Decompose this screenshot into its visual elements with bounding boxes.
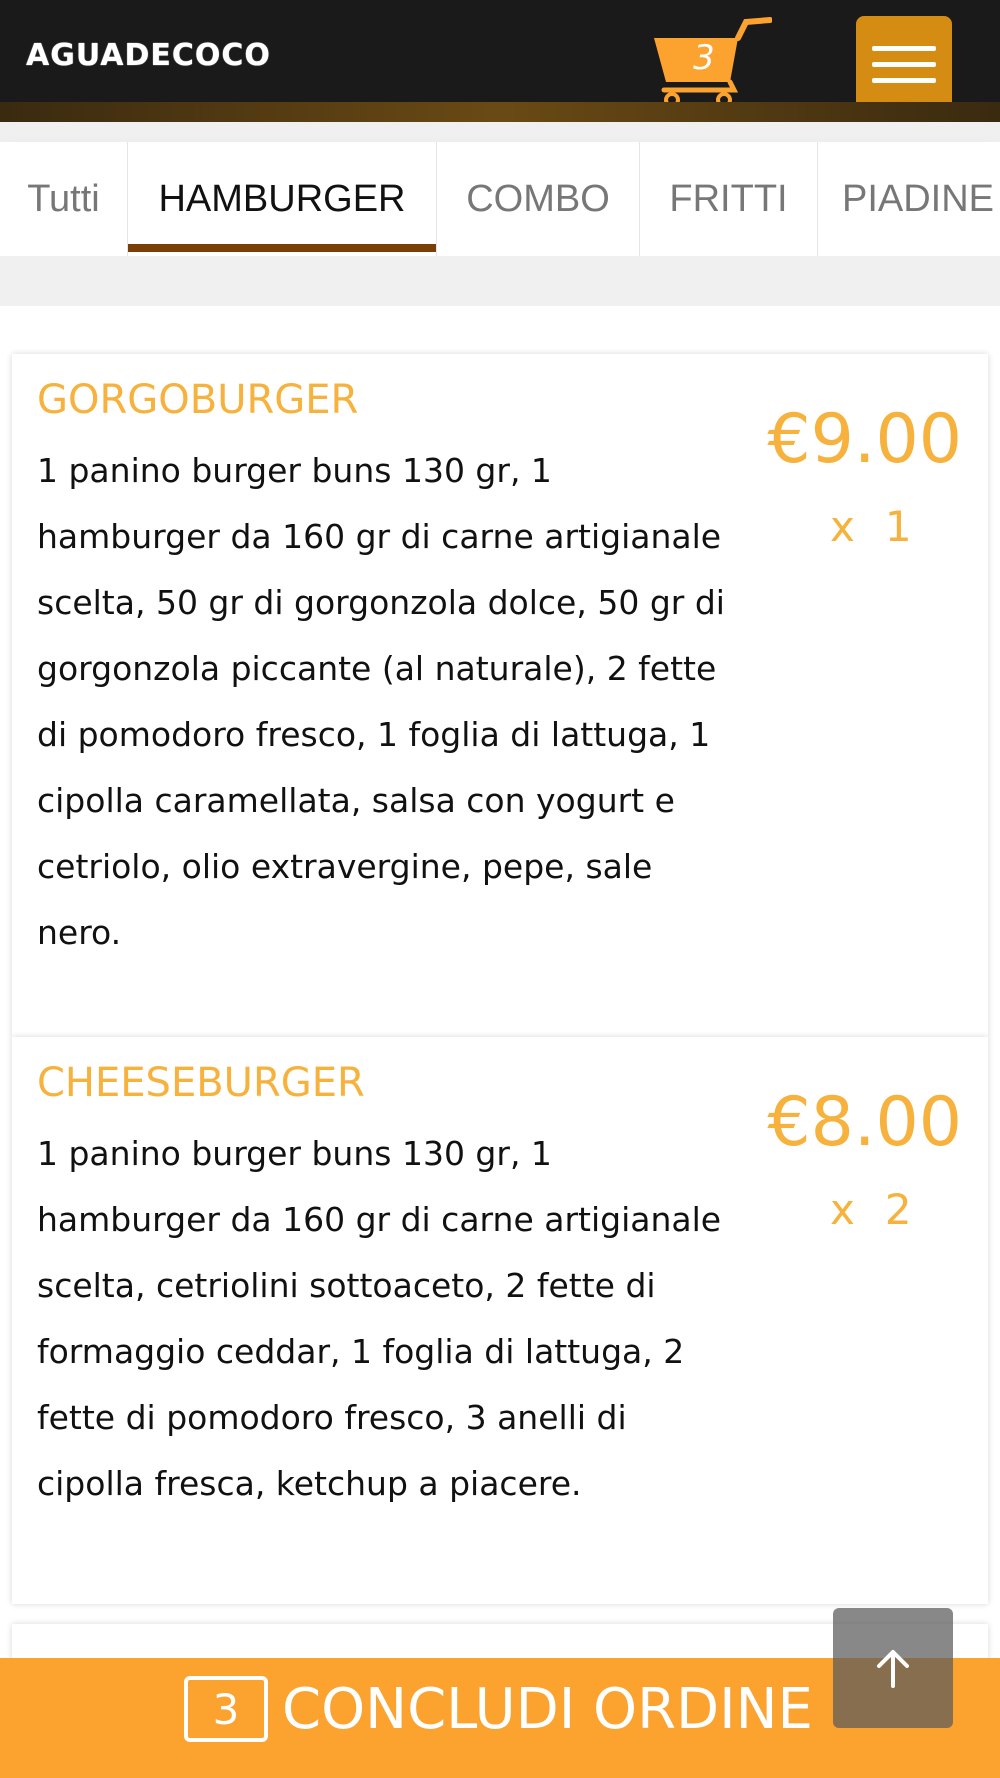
category-tabs: Tutti HAMBURGER COMBO FRITTI PIADINE: [0, 142, 1000, 256]
product-quantity: x2: [830, 1185, 940, 1234]
tab-fritti[interactable]: FRITTI: [640, 142, 818, 256]
product-name: GORGOBURGER: [37, 377, 359, 423]
app-header: AGUADECOCO 3: [0, 0, 1000, 122]
quantity-value: 2: [884, 1185, 912, 1234]
arrow-up-icon: [877, 1650, 909, 1688]
scroll-to-top-button[interactable]: [833, 1608, 953, 1728]
conclude-order-label: CONCLUDI ORDINE: [282, 1677, 813, 1742]
hamburger-menu-button[interactable]: [856, 16, 952, 112]
quantity-prefix: x: [830, 502, 855, 551]
product-name: CHEESEBURGER: [37, 1060, 365, 1106]
product-description: 1 panino burger buns 130 gr, 1 hamburger…: [37, 1134, 722, 1503]
product-price: €9.00: [767, 400, 962, 479]
quantity-value: 1: [884, 502, 912, 551]
product-card[interactable]: CHEESEBURGER 1 panino burger buns 130 gr…: [12, 1037, 988, 1604]
tab-combo[interactable]: COMBO: [437, 142, 640, 256]
quantity-prefix: x: [830, 1185, 855, 1234]
site-logo[interactable]: AGUADECOCO: [26, 38, 271, 73]
product-card[interactable]: GORGOBURGER 1 panino burger buns 130 gr,…: [12, 354, 988, 1037]
tabs-spacer: [0, 256, 1000, 306]
tab-piadine[interactable]: PIADINE: [818, 142, 1000, 256]
header-decorative-stripe: [0, 102, 1000, 122]
hamburger-menu-icon: [872, 46, 936, 51]
order-count-badge: 3: [184, 1676, 268, 1742]
tab-tutti[interactable]: Tutti: [0, 142, 128, 256]
cart-count-badge: 3: [693, 38, 715, 78]
tab-hamburger[interactable]: HAMBURGER: [128, 142, 437, 256]
product-price: €8.00: [767, 1083, 962, 1162]
cart-button[interactable]: 3: [650, 16, 772, 108]
product-quantity: x1: [830, 502, 940, 551]
product-description: 1 panino burger buns 130 gr, 1 hamburger…: [37, 451, 725, 952]
